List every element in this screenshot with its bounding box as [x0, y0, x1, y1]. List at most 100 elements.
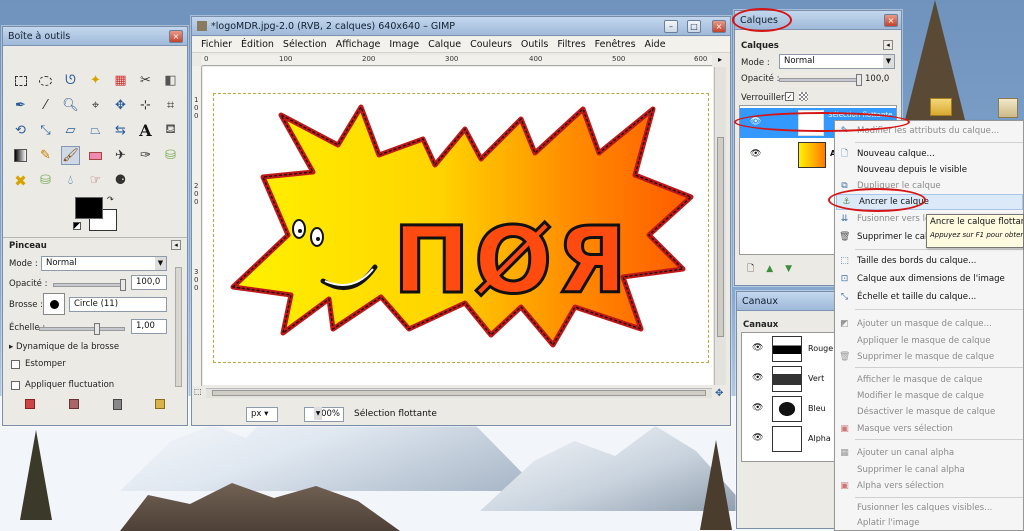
lock-alpha-checkbox[interactable]: ✓ — [785, 92, 794, 101]
menu-image[interactable]: Image — [389, 39, 419, 50]
scrollbar[interactable] — [175, 267, 182, 387]
menu-selection[interactable]: Sélection — [283, 39, 327, 50]
fuzzy-select-icon[interactable]: ✦ — [86, 71, 105, 90]
raise-layer-icon[interactable]: ▲ — [766, 264, 773, 274]
layers-mode-select[interactable]: Normal — [779, 54, 895, 69]
menu-edition[interactable]: Édition — [241, 39, 274, 50]
scissors-icon[interactable]: ✂ — [136, 71, 155, 90]
menu-item-remove-alpha-channel[interactable]: Supprimer le canal alpha — [835, 462, 1024, 478]
gradient-icon[interactable] — [11, 146, 30, 165]
foreground-color-swatch[interactable] — [75, 197, 103, 219]
restore-options-icon[interactable] — [69, 399, 79, 409]
folder-icon[interactable] — [930, 98, 952, 116]
channel-row[interactable]: 👁︎ Alpha — [748, 425, 836, 453]
chevron-down-icon[interactable]: ▼ — [883, 55, 894, 68]
blur-icon[interactable]: 💧︎ — [61, 171, 80, 190]
menu-outils[interactable]: Outils — [521, 39, 548, 50]
move-icon[interactable]: ✥ — [715, 388, 727, 400]
eye-icon[interactable]: 👁︎ — [752, 403, 763, 413]
swap-colors-icon[interactable]: ↷ — [107, 195, 114, 204]
menu-aide[interactable]: Aide — [645, 39, 666, 50]
paths-icon[interactable]: ✒ — [11, 96, 30, 115]
menu-fenetres[interactable]: Fenêtres — [595, 39, 636, 50]
chevron-down-icon[interactable]: ▼ — [155, 257, 166, 270]
menu-item-layer-boundary-size[interactable]: ⬚ Taille des bords du calque... — [835, 253, 1024, 269]
toolbox-titlebar[interactable]: Boîte à outils — [3, 27, 187, 46]
scale-icon[interactable]: ⤡ — [36, 121, 55, 140]
color-picker-icon[interactable]: ⁄ — [36, 96, 55, 115]
smudge-icon[interactable]: ☞ — [86, 171, 105, 190]
perspective-clone-icon[interactable]: ⛁ — [36, 171, 55, 190]
eye-icon[interactable]: 👁︎ — [752, 433, 763, 443]
menu-calque[interactable]: Calque — [428, 39, 461, 50]
close-button[interactable]: × — [169, 30, 183, 43]
dodge-burn-icon[interactable]: ⚈ — [111, 171, 130, 190]
save-options-icon[interactable] — [25, 399, 35, 409]
crop-icon[interactable]: ⌗ — [161, 96, 180, 115]
menu-item-scale-layer[interactable]: ⤡ Échelle et taille du calque... — [835, 289, 1024, 305]
menu-item-apply-layer-mask[interactable]: Appliquer le masque de calque — [835, 333, 1024, 349]
perspective-icon[interactable]: ⏢ — [86, 121, 105, 140]
menu-item-add-alpha-channel[interactable]: ▦ Ajouter un canal alpha — [835, 445, 1024, 461]
text-icon[interactable]: A — [136, 121, 155, 140]
menu-filtres[interactable]: Filtres — [557, 39, 585, 50]
heal-icon[interactable]: ✖ — [11, 171, 30, 190]
layers-opacity-slider[interactable] — [779, 74, 862, 86]
quick-mask-icon[interactable]: ⬚ — [194, 387, 204, 399]
eye-icon[interactable]: 👁︎ — [752, 373, 763, 383]
estomper-checkbox[interactable] — [11, 360, 20, 369]
eye-icon[interactable]: 👁︎ — [750, 149, 761, 159]
pencil-icon[interactable]: ✎ — [36, 146, 55, 165]
navigate-icon[interactable]: ▸ — [714, 55, 726, 66]
menu-item-alpha-to-selection[interactable]: ▣ Alpha vers sélection — [835, 478, 1024, 494]
minimize-button[interactable]: – — [664, 20, 678, 33]
menu-item-merge-visible[interactable]: Fusionner les calques visibles... — [835, 500, 1024, 516]
menu-item-disable-layer-mask[interactable]: Désactiver le masque de calque — [835, 404, 1024, 420]
chevron-down-icon[interactable]: ▼ — [314, 407, 322, 420]
brush-preview[interactable] — [43, 293, 65, 315]
menu-fichier[interactable]: Fichier — [201, 39, 232, 50]
default-colors-icon[interactable] — [73, 222, 81, 230]
scale-slider[interactable] — [39, 323, 125, 335]
unit-select[interactable]: px ▾ — [246, 406, 278, 422]
delete-options-icon[interactable] — [113, 399, 122, 410]
flip-icon[interactable]: ⇆ — [111, 121, 130, 140]
zoom-icon[interactable]: 🔍︎ — [61, 96, 80, 115]
menu-item-new-from-visible[interactable]: Nouveau depuis le visible — [835, 162, 1024, 178]
zoom-select[interactable]: 100% — [304, 406, 344, 422]
menu-affichage[interactable]: Affichage — [336, 39, 381, 50]
paintbrush-icon[interactable]: 🖌︎ — [61, 146, 80, 165]
channel-row[interactable]: 👁︎ Vert — [748, 365, 836, 393]
maximize-button[interactable]: □ — [687, 20, 701, 33]
menu-item-add-layer-mask[interactable]: ◩ Ajouter un masque de calque... — [835, 316, 1024, 332]
menu-item-delete-layer-mask[interactable]: 🗑︎ Supprimer le masque de calque — [835, 349, 1024, 365]
lasso-icon[interactable]: ᘎ — [61, 71, 80, 90]
ellipse-select-icon[interactable] — [36, 71, 55, 90]
eye-icon[interactable]: 👁︎ — [752, 343, 763, 353]
mode-select[interactable]: Normal — [41, 256, 167, 271]
menu-item-mask-to-selection[interactable]: ▣ Masque vers sélection — [835, 421, 1024, 437]
canvas[interactable]: ПØЯ — [203, 67, 713, 385]
reset-options-icon[interactable] — [155, 399, 165, 409]
scale-field[interactable]: 1,00 — [131, 319, 167, 334]
color-select-icon[interactable]: ▦ — [111, 71, 130, 90]
vertical-ruler[interactable]: 1 0 0 2 0 0 3 0 0 — [192, 66, 202, 386]
new-layer-icon[interactable]: 🗋︎ — [747, 261, 754, 277]
menu-item-new-layer[interactable]: 🗋︎ Nouveau calque... — [835, 146, 1024, 162]
rotate-icon[interactable]: ⟲ — [11, 121, 30, 140]
panel-menu-icon[interactable]: ◂ — [171, 240, 181, 250]
foreground-select-icon[interactable]: ◧ — [161, 71, 180, 90]
menu-item-edit-layer-mask[interactable]: Modifier le masque de calque — [835, 388, 1024, 404]
menu-couleurs[interactable]: Couleurs — [470, 39, 512, 50]
move-icon[interactable]: ✥ — [111, 96, 130, 115]
desktop-icon[interactable] — [998, 98, 1018, 118]
align-icon[interactable]: ⊹ — [136, 96, 155, 115]
close-button[interactable]: × — [712, 20, 726, 33]
opacity-slider[interactable] — [53, 279, 126, 291]
menu-item-layer-to-image-size[interactable]: ⊡ Calque aux dimensions de l'image — [835, 271, 1024, 287]
lower-layer-icon[interactable]: ▼ — [785, 264, 792, 274]
bucket-fill-icon[interactable]: ⛾ — [161, 121, 180, 140]
rect-select-icon[interactable] — [11, 71, 30, 90]
opacity-field[interactable]: 100,0 — [131, 275, 167, 290]
eraser-icon[interactable] — [86, 146, 105, 165]
